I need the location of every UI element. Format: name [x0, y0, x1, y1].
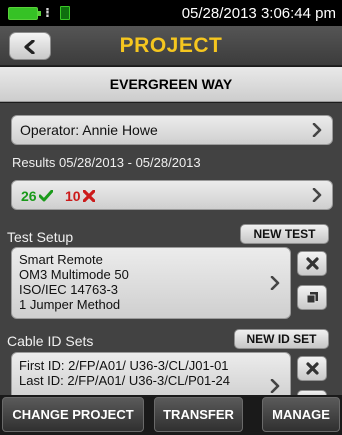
- cable-id-line: First ID: 2/FP/A01/ U36-3/CL/J01-01: [19, 358, 229, 373]
- project-name-bar: EVERGREEN WAY: [0, 67, 342, 102]
- test-setup-line: 1 Jumper Method: [19, 297, 121, 312]
- status-bar: ⁝ 05/28/2013 3:06:44 pm: [0, 0, 342, 26]
- copy-test-setup-button[interactable]: [297, 285, 327, 310]
- operator-button[interactable]: Operator: Annie Howe: [11, 115, 333, 145]
- usb-icon: ⁝: [45, 5, 50, 20]
- test-setup-line: Smart Remote: [19, 252, 103, 267]
- x-icon: [83, 190, 95, 202]
- manage-button[interactable]: MANAGE: [262, 397, 340, 432]
- chevron-right-icon: [270, 379, 280, 393]
- battery-icon: [8, 7, 41, 20]
- delete-x-icon: [306, 257, 319, 270]
- copy-icon: [306, 292, 318, 304]
- delete-id-set-button[interactable]: [297, 356, 327, 381]
- cable-id-line: Last ID: 2/FP/A01/ U36-3/CL/P01-24: [19, 373, 230, 388]
- test-setup-item[interactable]: Smart Remote OM3 Multimode 50 ISO/IEC 14…: [11, 247, 291, 319]
- test-setup-line: OM3 Multimode 50: [19, 267, 129, 282]
- bottom-toolbar: CHANGE PROJECT TRANSFER MANAGE: [0, 395, 342, 435]
- operator-label: Operator: Annie Howe: [20, 122, 158, 138]
- project-name: EVERGREEN WAY: [109, 76, 233, 92]
- title-bar: PROJECT: [0, 26, 342, 66]
- check-icon: [39, 190, 53, 202]
- test-setup-details: Smart Remote OM3 Multimode 50 ISO/IEC 14…: [19, 252, 129, 312]
- page-title: PROJECT: [119, 34, 223, 57]
- cable-id-details: First ID: 2/FP/A01/ U36-3/CL/J01-01 Last…: [19, 358, 230, 388]
- pass-count: 26: [21, 188, 37, 204]
- new-id-set-button[interactable]: NEW ID SET: [234, 329, 329, 349]
- chevron-right-icon: [312, 188, 322, 202]
- status-datetime: 05/28/2013 3:06:44 pm: [181, 5, 336, 22]
- transfer-button[interactable]: TRANSFER: [154, 397, 243, 432]
- test-setup-label: Test Setup: [7, 229, 74, 245]
- sd-card-icon: [60, 6, 70, 20]
- change-project-button[interactable]: CHANGE PROJECT: [2, 397, 144, 432]
- results-range-label: Results 05/28/2013 - 05/28/2013: [12, 155, 201, 170]
- delete-x-icon: [306, 362, 319, 375]
- results-button[interactable]: 26 10: [11, 180, 333, 210]
- project-content: Operator: Annie Howe Results 05/28/2013 …: [0, 103, 342, 402]
- chevron-right-icon: [270, 276, 280, 290]
- fail-count: 10: [65, 188, 81, 204]
- new-test-button[interactable]: NEW TEST: [240, 224, 329, 244]
- test-setup-line: ISO/IEC 14763-3: [19, 282, 118, 297]
- cable-id-sets-label: Cable ID Sets: [7, 333, 94, 349]
- chevron-right-icon: [312, 123, 322, 137]
- delete-test-setup-button[interactable]: [297, 251, 327, 276]
